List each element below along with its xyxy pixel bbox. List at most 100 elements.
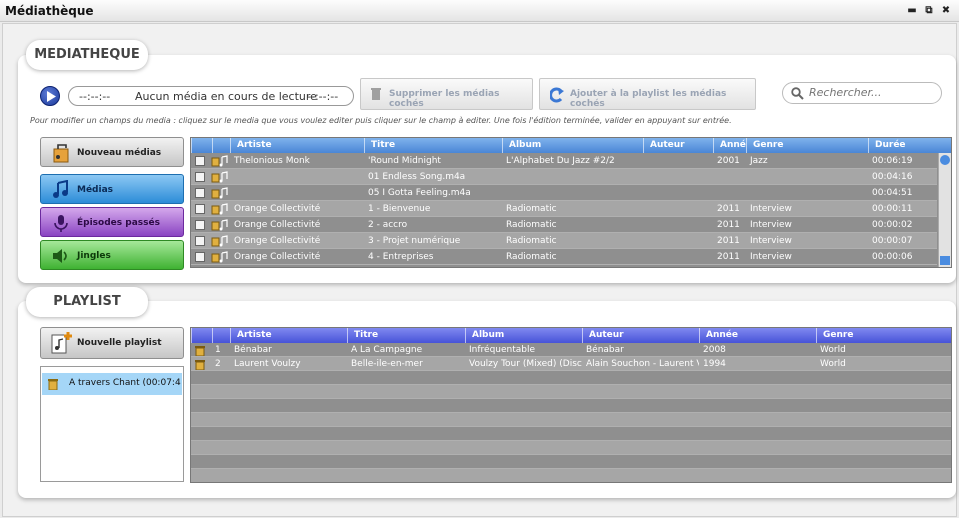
media-cell[interactable]: 00:04:16 (868, 169, 938, 185)
column-header[interactable]: Genre (746, 138, 868, 153)
add-to-playlist-button[interactable]: Ajouter à la playlist les médias cochés (539, 78, 756, 110)
delete-checked-button[interactable]: Supprimer les médias cochés (360, 78, 533, 110)
row-checkbox[interactable] (195, 220, 205, 230)
media-cell[interactable]: Radiomatic (502, 217, 643, 233)
playlist-cell[interactable]: Belle-ile-en-mer (347, 357, 465, 371)
playlist-cell[interactable]: Bénabar (230, 343, 347, 357)
trash-icon[interactable] (195, 345, 205, 356)
media-cell[interactable]: 00:00:11 (868, 201, 938, 217)
media-cell[interactable]: 00:00:07 (868, 233, 938, 249)
playlist-cell[interactable]: World (816, 343, 951, 357)
media-cell[interactable] (746, 169, 868, 185)
media-cell[interactable] (643, 153, 713, 169)
media-cell[interactable] (713, 185, 746, 201)
column-header[interactable]: Auteur (582, 328, 699, 343)
media-cell[interactable] (230, 185, 364, 201)
media-cell[interactable]: Orange Collectivité (230, 217, 364, 233)
playlist-cell[interactable]: Bénabar (582, 343, 699, 357)
column-header[interactable]: Artiste (230, 328, 347, 343)
media-row[interactable]: Orange Collectivité 1 - Bienvenue Radiomat… (191, 201, 937, 217)
row-checkbox[interactable] (195, 188, 205, 198)
media-row[interactable]: Thelonious Monk 'Round Midnight L'Alphabet… (191, 153, 937, 169)
media-cell[interactable]: L'Alphabet Du Jazz #2/2 (502, 153, 643, 169)
media-table-scrollbar[interactable] (938, 153, 951, 267)
playlist-cell[interactable]: A La Campagne (347, 343, 465, 357)
media-cell[interactable]: 00:04:51 (868, 185, 938, 201)
media-cell[interactable]: Jazz (746, 153, 868, 169)
scroll-down-icon[interactable] (940, 256, 950, 265)
media-cell[interactable]: 00:06:19 (868, 153, 938, 169)
column-header[interactable]: Année (713, 138, 746, 153)
media-cell[interactable]: 2001 (713, 153, 746, 169)
scroll-up-icon[interactable] (940, 155, 950, 165)
media-cell[interactable]: Orange Collectivité (230, 201, 364, 217)
restore-icon[interactable]: ⧉ (923, 5, 935, 17)
media-cell[interactable]: 00:00:06 (868, 249, 938, 265)
media-cell[interactable] (643, 201, 713, 217)
column-header[interactable]: Album (465, 328, 582, 343)
media-cell[interactable]: Thelonious Monk (230, 153, 364, 169)
media-cell[interactable]: Orange Collectivité (230, 233, 364, 249)
search-input[interactable] (809, 86, 937, 99)
media-cell[interactable]: 2 - accro (364, 217, 502, 233)
column-header[interactable]: Artiste (230, 138, 364, 153)
column-header[interactable]: Durée (868, 138, 938, 153)
media-cell[interactable] (502, 185, 643, 201)
media-cell[interactable] (713, 169, 746, 185)
media-cell[interactable]: Radiomatic (502, 233, 643, 249)
media-cell[interactable]: Radiomatic (502, 201, 643, 217)
media-cell[interactable] (643, 185, 713, 201)
row-checkbox[interactable] (195, 204, 205, 214)
column-header[interactable]: Année (699, 328, 816, 343)
playlist-cell[interactable]: 2 (211, 357, 230, 371)
playlist-cell[interactable]: 1 (211, 343, 230, 357)
media-cell[interactable]: 2011 (713, 217, 746, 233)
media-cell[interactable]: Interview (746, 233, 868, 249)
column-header[interactable]: Titre (364, 138, 502, 153)
media-cell[interactable] (643, 233, 713, 249)
column-header[interactable]: Titre (347, 328, 465, 343)
minimize-icon[interactable]: ▬ (906, 5, 918, 17)
playlist-cell[interactable]: Laurent Voulzy (230, 357, 347, 371)
media-row[interactable]: Orange Collectivité 2 - accro Radiomatic 20… (191, 217, 937, 233)
media-cell[interactable]: 1 - Bienvenue (364, 201, 502, 217)
media-cell[interactable]: 3 - Projet numérique (364, 233, 502, 249)
media-cell[interactable]: Orange Collectivité (230, 249, 364, 265)
media-cell[interactable]: Interview (746, 249, 868, 265)
playlist-list-item[interactable]: A travers Chant (00:07:4 (42, 373, 182, 395)
media-cell[interactable]: Interview (746, 201, 868, 217)
close-icon[interactable]: ✖ (940, 5, 952, 17)
media-cell[interactable]: 4 - Entreprises (364, 249, 502, 265)
media-cell[interactable]: 01 Endless Song.m4a (364, 169, 502, 185)
media-cell[interactable] (643, 249, 713, 265)
media-cell[interactable]: 00:00:02 (868, 217, 938, 233)
playlist-cell[interactable]: Infréquentable (465, 343, 582, 357)
media-cell[interactable]: 2011 (713, 201, 746, 217)
row-checkbox[interactable] (195, 172, 205, 182)
row-checkbox[interactable] (195, 156, 205, 166)
media-cell[interactable]: Radiomatic (502, 249, 643, 265)
media-cell[interactable]: 05 I Gotta Feeling.m4a (364, 185, 502, 201)
row-checkbox[interactable] (195, 252, 205, 262)
medias-button[interactable]: Médias (40, 174, 184, 204)
playlist-row[interactable]: 2 Laurent Voulzy Belle-ile-en-mer Voulzy To… (191, 357, 951, 371)
media-row[interactable]: Orange Collectivité 4 - Entreprises Radiom… (191, 249, 937, 265)
playlist-cell[interactable]: World (816, 357, 951, 371)
playlist-cell[interactable]: 1994 (699, 357, 816, 371)
column-header[interactable]: Auteur (643, 138, 713, 153)
media-cell[interactable] (502, 169, 643, 185)
media-cell[interactable] (643, 169, 713, 185)
media-cell[interactable]: 2011 (713, 233, 746, 249)
playlist-cell[interactable]: Alain Souchon - Laurent Voulzy (582, 357, 699, 371)
column-header[interactable]: Genre (816, 328, 951, 343)
media-cell[interactable] (230, 169, 364, 185)
media-row[interactable]: 05 I Gotta Feeling.m4a 00:04:51 (191, 185, 937, 201)
past-episodes-button[interactable]: Épisodes passés (40, 207, 184, 237)
jingles-button[interactable]: Jingles (40, 240, 184, 270)
column-header[interactable]: Album (502, 138, 643, 153)
trash-icon[interactable] (195, 359, 205, 370)
playlist-row[interactable]: 1 Bénabar A La Campagne Infréquentable Bénab… (191, 343, 951, 357)
media-cell[interactable]: 'Round Midnight (364, 153, 502, 169)
media-cell[interactable] (643, 217, 713, 233)
search-box[interactable] (782, 82, 942, 104)
